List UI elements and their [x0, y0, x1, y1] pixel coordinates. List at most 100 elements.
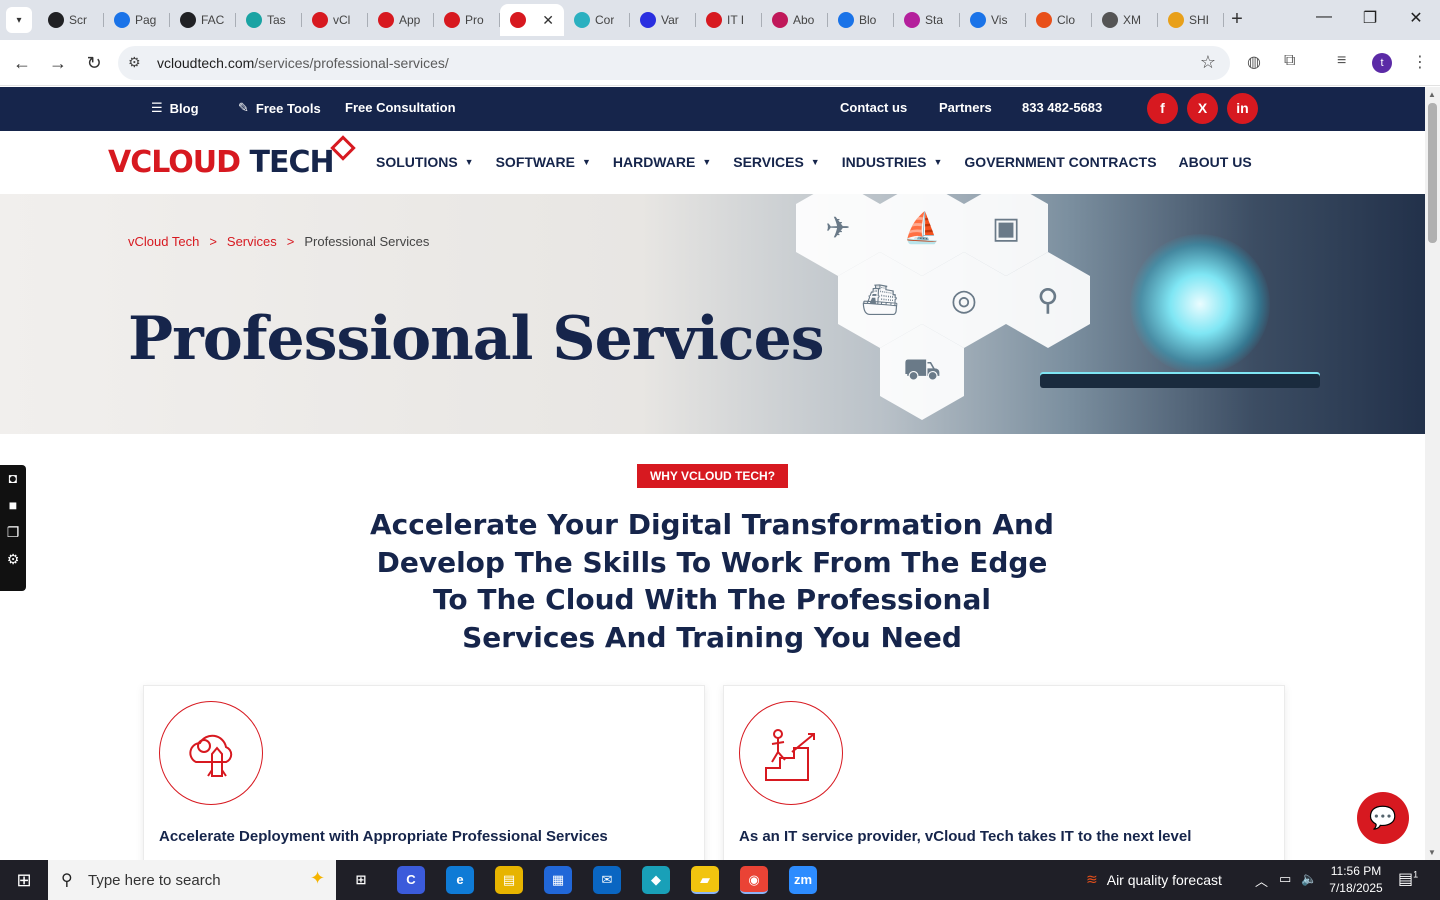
free-tools-link[interactable]: ✎ Free Tools — [238, 100, 321, 116]
translate-icon[interactable]: ◍ — [1247, 52, 1261, 72]
nav-menu-item[interactable]: SOLUTIONS ▼ — [376, 154, 474, 170]
volume-icon[interactable]: 🔈 — [1301, 871, 1317, 887]
start-windows-icon[interactable]: ⊞ — [0, 860, 48, 900]
chat-bubble-icon[interactable]: 💬 — [1357, 792, 1409, 844]
hologram-glow — [1130, 234, 1270, 374]
bookmark-star-icon[interactable]: ☆ — [1200, 52, 1216, 73]
tab-favicon-icon — [180, 12, 196, 28]
person-climbing-steps-icon — [739, 701, 843, 805]
breadcrumb-services[interactable]: Services — [227, 234, 277, 249]
tab-favicon-icon — [1168, 12, 1184, 28]
site-info-icon[interactable]: ⚙ — [128, 54, 141, 71]
browser-tab[interactable]: Pro — [434, 4, 500, 36]
caret-down-icon: ▼ — [464, 157, 474, 167]
facebook-icon[interactable]: f — [1147, 93, 1178, 124]
breadcrumb-home[interactable]: vCloud Tech — [128, 234, 199, 249]
nav-menu-item[interactable]: HARDWARE ▼ — [613, 154, 711, 170]
contact-us-link[interactable]: Contact us — [840, 100, 907, 115]
phone-link[interactable]: 833 482-5683 — [1022, 100, 1102, 115]
browser-tab[interactable]: Blo — [828, 4, 894, 36]
browser-tab[interactable]: FAC — [170, 4, 236, 36]
settings-gear-icon[interactable]: ⚙ — [0, 546, 26, 573]
browser-tab-active[interactable]: ✕ — [500, 4, 564, 36]
breadcrumb: vCloud Tech > Services > Professional Se… — [128, 234, 430, 249]
profile-avatar[interactable]: t — [1372, 53, 1392, 73]
browser-tab[interactable]: Scr — [38, 4, 104, 36]
tab-title: XM — [1123, 13, 1141, 27]
linkedin-icon[interactable]: in — [1227, 93, 1258, 124]
url-text[interactable]: vcloudtech.com/services/professional-ser… — [157, 55, 449, 71]
taskbar-sticky-notes-icon[interactable]: ▰ — [691, 866, 719, 894]
notification-center-icon[interactable]: ▤1 — [1398, 869, 1418, 889]
minimize-button[interactable]: — — [1310, 8, 1338, 32]
taskbar-app-teal-icon[interactable]: ◆ — [642, 866, 670, 894]
breadcrumb-current: Professional Services — [304, 234, 430, 249]
copy-window-icon[interactable]: ❐ — [0, 519, 26, 546]
vcloud-tech-logo[interactable]: VCLOUD TECH — [108, 135, 358, 185]
tab-title: Tas — [267, 13, 286, 27]
browser-tab[interactable]: Abo — [762, 4, 828, 36]
section-headline: Accelerate Your Digital Transformation A… — [370, 508, 1054, 654]
scrollbar-thumb[interactable] — [1428, 103, 1437, 243]
taskbar-clock[interactable]: 11:56 PM 7/18/2025 — [1326, 863, 1386, 897]
browser-tab[interactable]: Cor — [564, 4, 630, 36]
back-button[interactable]: ← — [10, 51, 34, 75]
tab-favicon-icon — [772, 12, 788, 28]
browser-tab[interactable]: Clo — [1026, 4, 1092, 36]
tab-favicon-icon — [114, 12, 130, 28]
browser-tab[interactable]: Tas — [236, 4, 302, 36]
browser-tab[interactable]: XM — [1092, 4, 1158, 36]
taskbar-mail-icon[interactable]: ✉ — [593, 866, 621, 894]
video-record-icon[interactable]: ■ — [0, 492, 26, 519]
nav-menu-item[interactable]: ABOUT US — [1179, 154, 1252, 170]
media-controls-icon[interactable]: ≡ — [1337, 52, 1346, 70]
browser-tab[interactable]: IT I — [696, 4, 762, 36]
blog-link[interactable]: ☰ Blog — [151, 100, 199, 116]
forward-button[interactable]: → — [46, 51, 70, 75]
taskbar-file-explorer-icon[interactable]: ▤ — [495, 866, 523, 894]
page-scrollbar[interactable]: ▲ ▼ — [1425, 87, 1440, 860]
cloud-gear-rocket-icon — [159, 701, 263, 805]
tab-favicon-icon — [706, 12, 722, 28]
reload-button[interactable]: ↻ — [82, 51, 106, 75]
free-consultation-link[interactable]: Free Consultation — [345, 100, 456, 115]
nav-menu-item[interactable]: SOFTWARE ▼ — [496, 154, 591, 170]
maximize-button[interactable]: ❐ — [1356, 8, 1384, 32]
nav-menu-item[interactable]: GOVERNMENT CONTRACTS — [964, 154, 1156, 170]
network-icon[interactable]: ▭ — [1279, 871, 1291, 887]
address-bar[interactable]: ⚙ vcloudtech.com/services/professional-s… — [118, 46, 1230, 80]
screenshot-camera-icon[interactable]: ◘ — [0, 465, 26, 492]
taskbar-edge-icon[interactable]: e — [446, 866, 474, 894]
taskbar-copilot-icon[interactable]: C — [397, 866, 425, 894]
new-tab-button[interactable]: + — [1225, 8, 1249, 32]
search-highlight-icon: ✦ — [310, 868, 326, 888]
nav-menu-item[interactable]: INDUSTRIES ▼ — [842, 154, 943, 170]
taskbar-zoom-icon[interactable]: zm — [789, 866, 817, 894]
tab-search-button[interactable]: ▾ — [6, 7, 32, 33]
air-quality-icon: ≋ — [1086, 871, 1098, 887]
close-window-button[interactable]: ✕ — [1402, 8, 1430, 32]
taskbar-search-box[interactable]: ⚲ Type here to search ✦ — [48, 860, 336, 900]
browser-tab[interactable]: App — [368, 4, 434, 36]
partners-link[interactable]: Partners — [939, 100, 992, 115]
nav-menu-item[interactable]: SERVICES ▼ — [733, 154, 819, 170]
weather-widget[interactable]: ≋ Air quality forecast — [1086, 871, 1222, 888]
tab-favicon-icon — [246, 12, 262, 28]
browser-tab[interactable]: Pag — [104, 4, 170, 36]
browser-tab[interactable]: Vis — [960, 4, 1026, 36]
browser-tab[interactable]: vCl — [302, 4, 368, 36]
tab-close-icon[interactable]: ✕ — [542, 12, 554, 29]
extensions-icon[interactable]: ⧉ — [1284, 52, 1295, 70]
menu-kebab-icon[interactable]: ⋮ — [1412, 52, 1428, 72]
taskbar-store-icon[interactable]: ▦ — [544, 866, 572, 894]
tab-favicon-icon — [970, 12, 986, 28]
browser-tab[interactable]: Sta — [894, 4, 960, 36]
taskbar-task-view-icon[interactable]: ⊞ — [347, 866, 375, 894]
taskbar-chrome-icon[interactable]: ◉ — [740, 866, 768, 894]
x-twitter-icon[interactable]: X — [1187, 93, 1218, 124]
tab-favicon-icon — [444, 12, 460, 28]
tray-chevron-icon[interactable]: ︿ — [1255, 871, 1268, 890]
browser-tab[interactable]: SHI — [1158, 4, 1224, 36]
list-icon: ☰ — [151, 100, 163, 115]
browser-tab[interactable]: Var — [630, 4, 696, 36]
